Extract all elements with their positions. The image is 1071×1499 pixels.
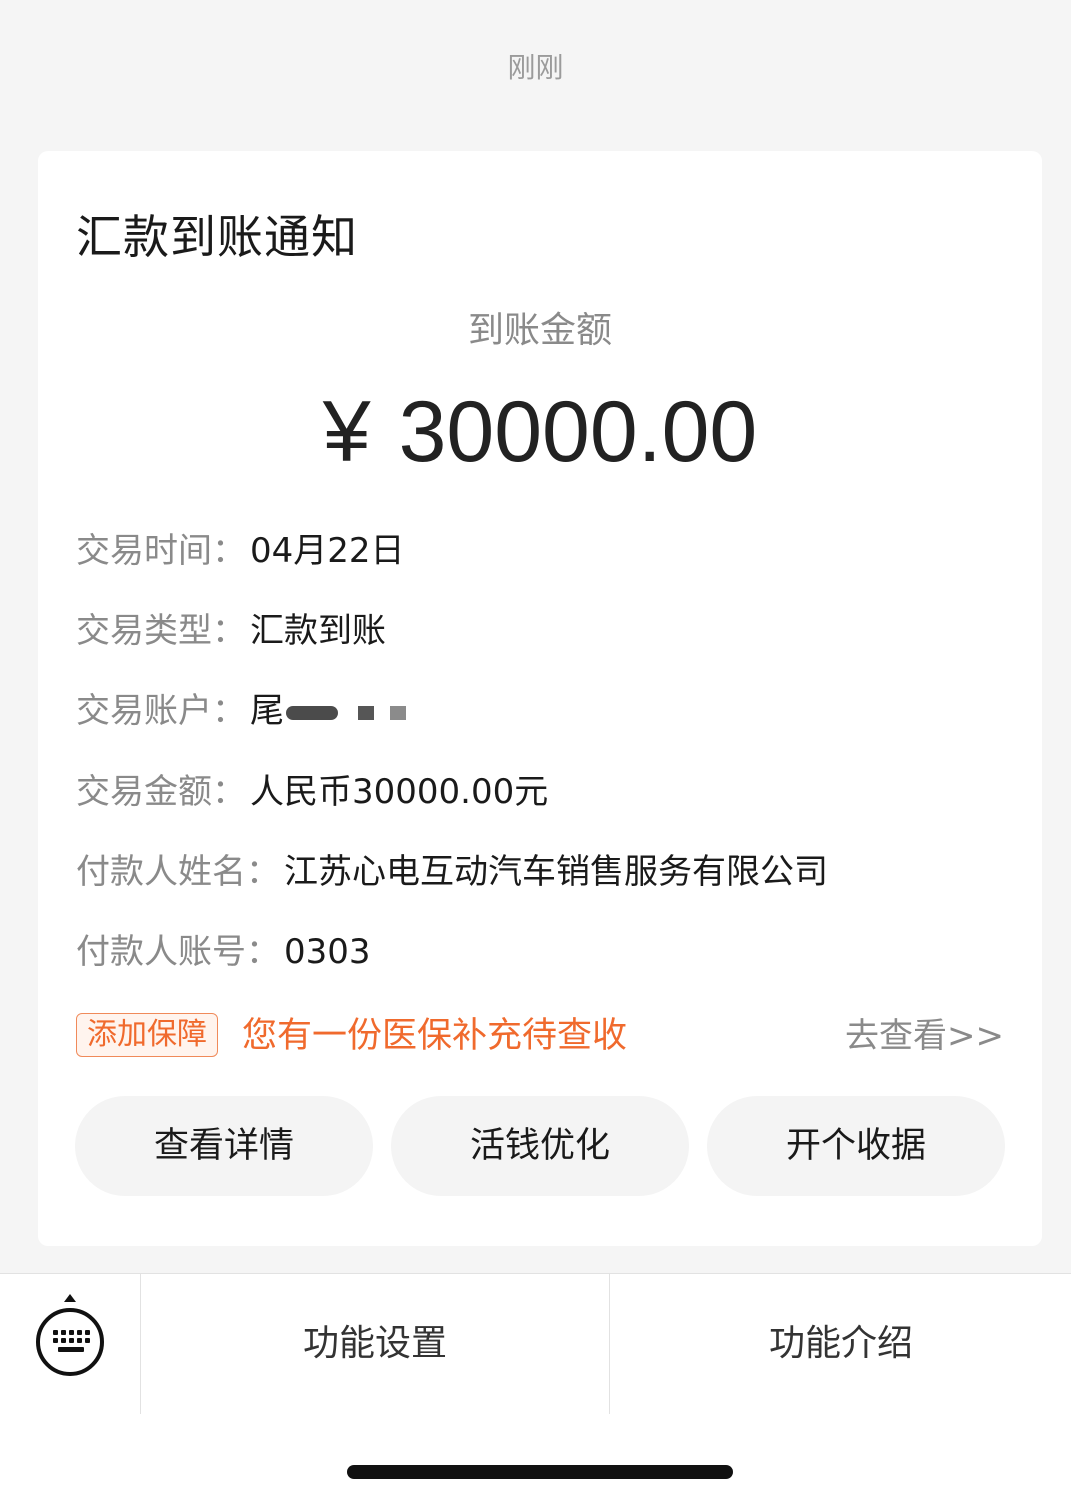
promo-view-link[interactable]: 去查看>> — [845, 1013, 1004, 1059]
detail-row-account: 交易账户：尾 — [76, 689, 410, 733]
detail-key: 付款人账号： — [76, 932, 280, 972]
amount-value: 30000.00 — [398, 384, 758, 480]
home-area — [0, 1414, 1071, 1499]
detail-key: 付款人姓名： — [76, 852, 280, 892]
detail-row-amount: 交易金额： 人民币30000.00元 — [76, 770, 548, 814]
detail-value: 汇款到账 — [250, 611, 386, 651]
home-indicator[interactable] — [347, 1465, 733, 1479]
message-timestamp: 刚刚 — [507, 51, 564, 84]
promo-tag: 添加保障 — [76, 1013, 218, 1057]
feature-settings-button[interactable]: 功能设置 — [141, 1274, 610, 1414]
keyboard-toggle[interactable] — [0, 1274, 141, 1414]
detail-key: 交易账户： — [76, 691, 246, 731]
currency-symbol: ¥ — [322, 384, 371, 480]
notification-card: 汇款到账通知 到账金额 ¥30000.00 交易时间： 04月22日 交易类型：汇… — [38, 151, 1042, 1246]
amount-label: 到账金额 — [467, 310, 612, 351]
detail-value: 江苏心电互动汽车销售服务有限公司 — [284, 852, 828, 892]
detail-row-time: 交易时间： 04月22日 — [76, 529, 405, 573]
detail-row-payer-name: 付款人姓名： 江苏心电互动汽车销售服务有限公司 — [76, 850, 828, 894]
detail-row-type: 交易类型： 汇款到账 — [76, 609, 386, 653]
detail-key: 交易类型： — [76, 611, 246, 651]
detail-value: 04月22日 — [250, 531, 405, 571]
promo-text[interactable]: 您有一份医保补充待查收 — [242, 1013, 627, 1059]
amount-display: ¥30000.00 — [38, 383, 1042, 482]
redaction-mask — [286, 702, 410, 724]
bottom-menu-bar: 功能设置 功能介绍 — [0, 1273, 1071, 1415]
keyboard-icon — [36, 1294, 104, 1376]
card-title: 汇款到账通知 — [76, 210, 358, 264]
detail-key: 交易金额： — [76, 772, 246, 812]
detail-row-payer-account: 付款人账号： 0303 — [76, 930, 371, 974]
detail-key: 交易时间： — [76, 531, 246, 571]
promo-banner[interactable]: 添加保障 您有一份医保补充待查收 去查看>> — [76, 1013, 1004, 1059]
detail-value: 尾 — [250, 691, 284, 731]
detail-value: 人民币30000.00元 — [250, 772, 549, 812]
optimize-button[interactable]: 活钱优化 — [391, 1096, 689, 1196]
view-details-button[interactable]: 查看详情 — [75, 1096, 373, 1196]
feature-intro-button[interactable]: 功能介绍 — [611, 1274, 1071, 1414]
receipt-button[interactable]: 开个收据 — [707, 1096, 1005, 1196]
detail-value: 0303 — [284, 932, 371, 972]
